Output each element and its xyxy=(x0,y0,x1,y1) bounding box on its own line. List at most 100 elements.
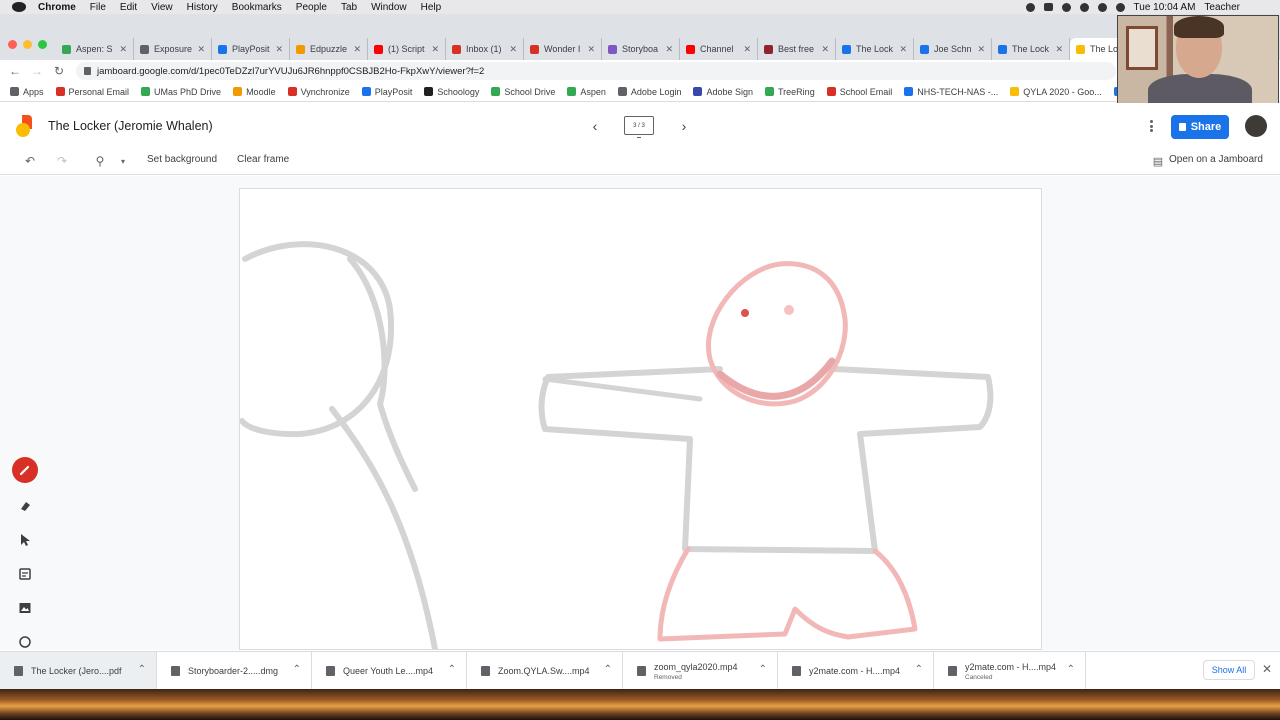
close-tab-icon[interactable]: ✕ xyxy=(743,44,751,55)
redo-icon[interactable]: ↷ xyxy=(54,153,70,169)
tab[interactable]: The Lock ✕ xyxy=(836,38,914,60)
close-tab-icon[interactable]: ✕ xyxy=(119,44,127,55)
bookmark-item[interactable]: School Email xyxy=(826,87,892,97)
cast-icon[interactable]: ▤ xyxy=(1150,153,1166,169)
download-item[interactable]: y2mate.com - H....mp4 ⌃ xyxy=(778,652,934,690)
close-tab-icon[interactable]: ✕ xyxy=(1055,44,1063,55)
bookmark-item[interactable]: TreeRing xyxy=(765,87,815,97)
bookmark-item[interactable]: Adobe Sign xyxy=(693,87,753,97)
bluetooth-icon[interactable] xyxy=(1097,2,1107,12)
menu-app[interactable]: Chrome xyxy=(38,2,76,13)
bookmark-item[interactable]: School Drive xyxy=(491,87,555,97)
lock-icon[interactable] xyxy=(84,67,91,75)
download-item[interactable]: zoom_qyla2020.mp4 Removed ⌃ xyxy=(623,652,778,690)
reload-icon[interactable]: ↻ xyxy=(48,60,70,82)
wifi-icon[interactable] xyxy=(1115,2,1125,12)
menu-history[interactable]: History xyxy=(187,2,218,13)
tab[interactable]: Exposure ✕ xyxy=(134,38,212,60)
sticky-note-tool[interactable] xyxy=(10,560,40,588)
share-button[interactable]: Share xyxy=(1171,115,1229,139)
forward-icon[interactable]: → xyxy=(26,60,48,82)
chevron-up-icon[interactable]: ⌃ xyxy=(138,664,146,675)
bookmark-item[interactable]: Aspen xyxy=(567,87,606,97)
whiteboard-canvas[interactable] xyxy=(239,188,1042,650)
download-item[interactable]: y2mate.com - H....mp4 Canceled ⌃ xyxy=(934,652,1086,690)
close-tab-icon[interactable]: ✕ xyxy=(197,44,205,55)
tab[interactable]: Wonder I ✕ xyxy=(524,38,602,60)
chrome-icon[interactable] xyxy=(1061,2,1071,12)
eraser-tool[interactable] xyxy=(10,492,40,520)
bookmark-item[interactable]: UMas PhD Drive xyxy=(141,87,221,97)
zoom-icon[interactable]: ⚲ xyxy=(92,153,108,169)
bookmark-item[interactable]: QYLA 2020 - Goo... xyxy=(1010,87,1102,97)
bookmark-item[interactable]: Schoology xyxy=(424,87,479,97)
close-tab-icon[interactable]: ✕ xyxy=(509,44,517,55)
image-tool[interactable] xyxy=(10,594,40,622)
close-tab-icon[interactable]: ✕ xyxy=(977,44,985,55)
more-options-icon[interactable] xyxy=(1146,117,1156,135)
bookmark-item[interactable]: NHS-TECH-NAS -... xyxy=(904,87,998,97)
menu-bookmarks[interactable]: Bookmarks xyxy=(232,2,282,13)
tab[interactable]: The Lock ✕ xyxy=(992,38,1070,60)
menu-file[interactable]: File xyxy=(90,2,106,13)
frame-indicator[interactable]: 3 / 3 xyxy=(624,116,654,135)
close-tab-icon[interactable]: ✕ xyxy=(587,44,595,55)
bookmark-item[interactable]: Apps xyxy=(10,87,44,97)
menu-tab[interactable]: Tab xyxy=(341,2,357,13)
tab[interactable]: Joe Schn ✕ xyxy=(914,38,992,60)
next-frame-icon[interactable]: › xyxy=(675,117,693,135)
jamboard-logo-icon[interactable] xyxy=(16,115,32,137)
close-icon[interactable]: ✕ xyxy=(1262,662,1272,676)
close-tab-icon[interactable]: ✕ xyxy=(431,44,439,55)
avatar[interactable] xyxy=(1245,115,1267,137)
undo-icon[interactable]: ↶ xyxy=(22,153,38,169)
chevron-up-icon[interactable]: ⌃ xyxy=(915,664,923,675)
chevron-up-icon[interactable]: ⌃ xyxy=(1067,664,1075,675)
tab[interactable]: Storyboa ✕ xyxy=(602,38,680,60)
tab[interactable]: Aspen: S ✕ xyxy=(56,38,134,60)
set-background-button[interactable]: Set background xyxy=(147,154,217,165)
bookmark-item[interactable]: Moodle xyxy=(233,87,276,97)
time-machine-icon[interactable] xyxy=(1079,2,1089,12)
apple-icon[interactable] xyxy=(12,2,26,12)
close-tab-icon[interactable]: ✕ xyxy=(665,44,673,55)
menu-view[interactable]: View xyxy=(151,2,173,13)
tab[interactable]: PlayPosit ✕ xyxy=(212,38,290,60)
select-tool[interactable] xyxy=(10,526,40,554)
tab[interactable]: (1) Script ✕ xyxy=(368,38,446,60)
chevron-up-icon[interactable]: ⌃ xyxy=(759,664,767,675)
clock[interactable]: Tue 10:04 AM xyxy=(1134,2,1196,13)
bookmark-item[interactable]: Personal Email xyxy=(55,87,129,97)
zoom-dropdown-icon[interactable]: ▾ xyxy=(115,153,131,169)
close-tab-icon[interactable]: ✕ xyxy=(275,44,283,55)
open-on-jamboard-button[interactable]: Open on a Jamboard xyxy=(1169,154,1263,165)
bookmark-item[interactable]: PlayPosit xyxy=(361,87,412,97)
tab[interactable]: Edpuzzle ✕ xyxy=(290,38,368,60)
minimize-window-icon[interactable] xyxy=(23,40,32,49)
tab[interactable]: Best free ✕ xyxy=(758,38,836,60)
close-tab-icon[interactable]: ✕ xyxy=(353,44,361,55)
zoom-window-icon[interactable] xyxy=(38,40,47,49)
chevron-up-icon[interactable]: ⌃ xyxy=(293,664,301,675)
user-name[interactable]: Teacher xyxy=(1204,2,1240,13)
bookmark-item[interactable]: Adobe Login xyxy=(617,87,681,97)
close-tab-icon[interactable]: ✕ xyxy=(899,44,907,55)
download-item[interactable]: Storyboarder-2.....dmg ⌃ xyxy=(157,652,312,690)
bookmark-item[interactable]: Vynchronize xyxy=(287,87,350,97)
chevron-up-icon[interactable]: ⌃ xyxy=(604,664,612,675)
close-tab-icon[interactable]: ✕ xyxy=(821,44,829,55)
zoom-icon[interactable] xyxy=(1043,3,1053,11)
record-icon[interactable] xyxy=(1025,2,1035,12)
address-bar[interactable]: jamboard.google.com/d/1pec0TeDZzl7urYVUJ… xyxy=(76,62,1116,80)
pen-tool[interactable] xyxy=(10,456,40,484)
tab[interactable]: Inbox (1) ✕ xyxy=(446,38,524,60)
menu-edit[interactable]: Edit xyxy=(120,2,137,13)
close-window-icon[interactable] xyxy=(8,40,17,49)
show-all-button[interactable]: Show All xyxy=(1203,660,1255,680)
download-item[interactable]: The Locker (Jero....pdf ⌃ xyxy=(0,652,157,690)
clear-frame-button[interactable]: Clear frame xyxy=(237,154,289,165)
download-item[interactable]: Zoom.QYLA.Sw....mp4 ⌃ xyxy=(467,652,623,690)
previous-frame-icon[interactable]: ‹ xyxy=(586,117,604,135)
chevron-up-icon[interactable]: ⌃ xyxy=(448,664,456,675)
menu-people[interactable]: People xyxy=(296,2,327,13)
